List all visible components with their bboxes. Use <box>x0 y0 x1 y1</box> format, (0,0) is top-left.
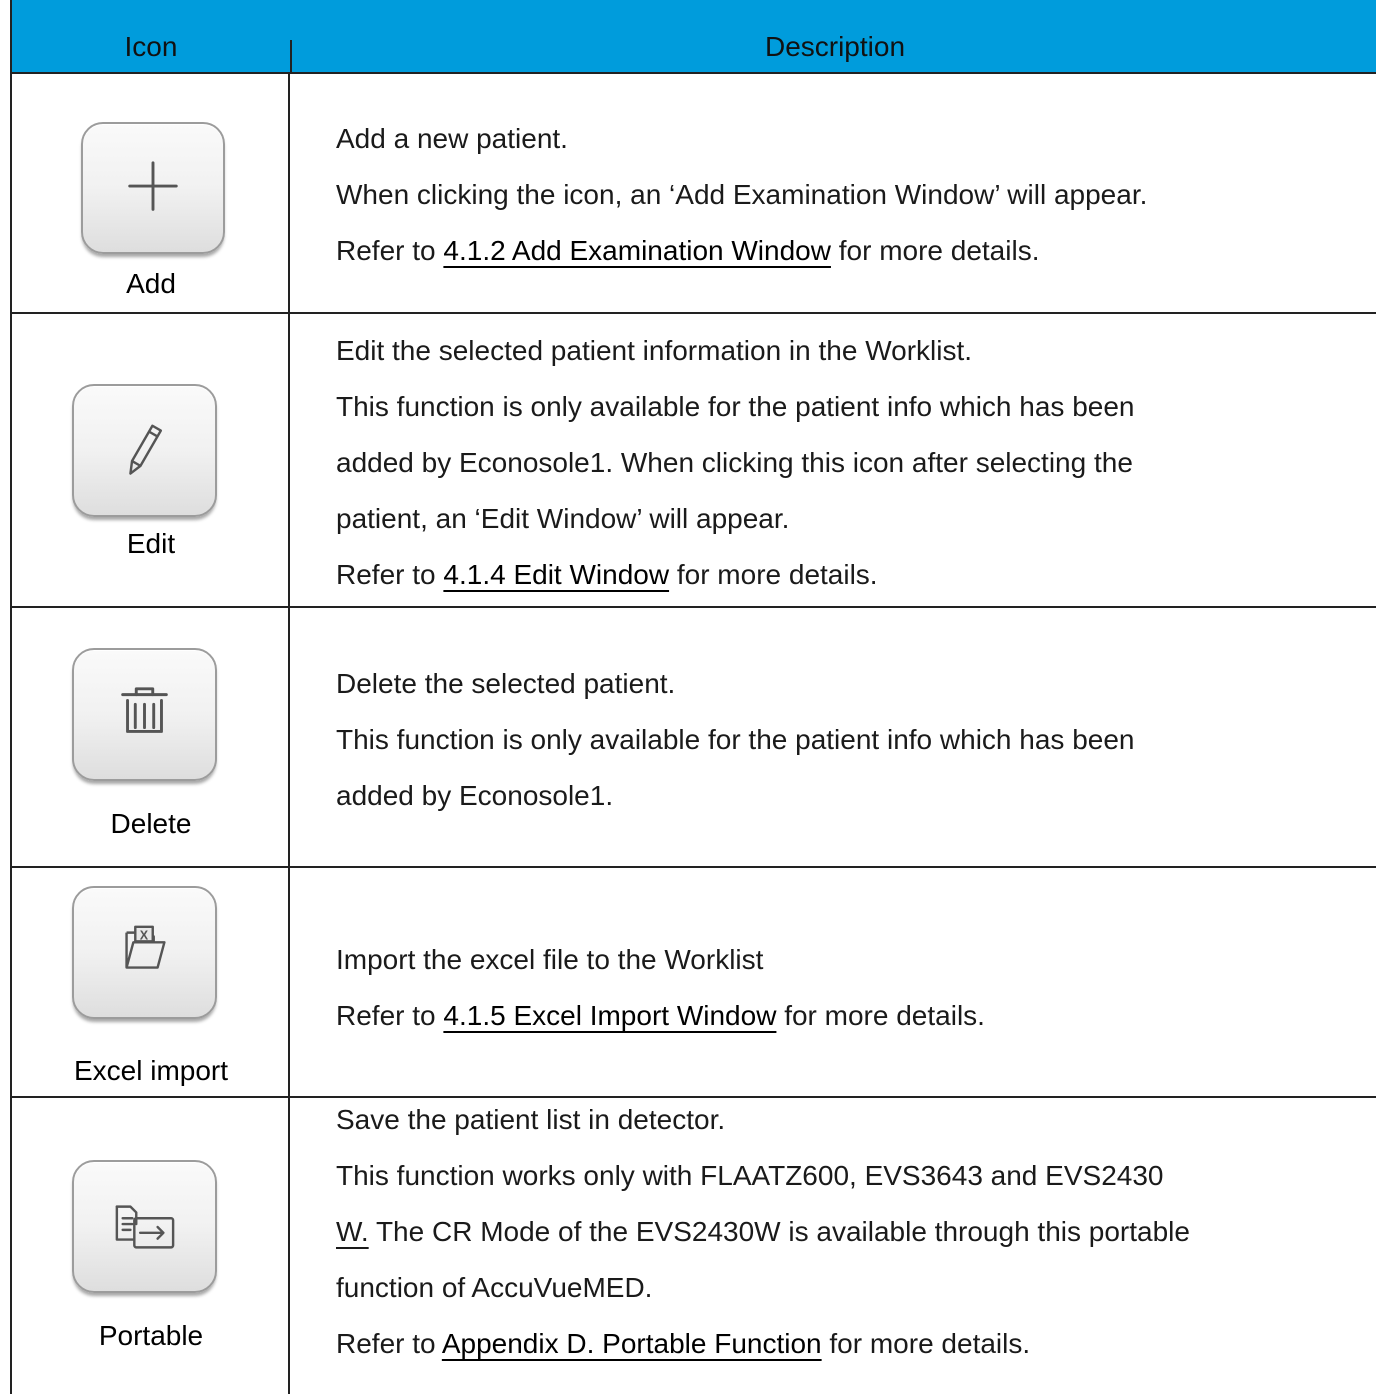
table-row-add: Add Add a new patient. When clicking the… <box>12 74 1376 314</box>
icon-cell: Delete <box>12 608 290 866</box>
description-line: This function is only available for the … <box>336 391 1135 422</box>
table-row-edit: Edit Edit the selected patient informati… <box>12 314 1376 608</box>
description-cell: Import the excel file to the Worklist Re… <box>292 868 1376 1096</box>
add-label: Add <box>126 268 176 299</box>
description-line: Refer to 4.1.2 Add Examination Window fo… <box>336 235 1039 267</box>
description-cell: Add a new patient. When clicking the ico… <box>292 74 1376 312</box>
icon-description-table: Icon Description Add Add a new patient. … <box>10 0 1376 1394</box>
description-line: This function is only available for the … <box>336 724 1135 755</box>
trash-icon <box>121 687 168 733</box>
excel-import-button[interactable]: X <box>72 886 217 1019</box>
description-line: Refer to Appendix D. Portable Function f… <box>336 1328 1030 1360</box>
link-excel-import-window[interactable]: 4.1.5 Excel Import Window <box>443 1000 776 1031</box>
table-row-excel-import: X Excel import Import the excel file to … <box>12 868 1376 1098</box>
description-line: This function works only with FLAATZ600,… <box>336 1160 1164 1191</box>
refer-prefix: Refer to <box>336 235 444 266</box>
description-line: added by Econosole1. <box>336 780 614 811</box>
icon-cell: Add <box>12 74 290 312</box>
description-cell: Delete the selected patient. This functi… <box>292 608 1376 866</box>
delete-label: Delete <box>110 808 192 839</box>
table-header: Icon Description <box>12 0 1376 74</box>
description-line: W. The CR Mode of the EVS2430W is availa… <box>336 1216 1190 1248</box>
refer-suffix: for more details. <box>821 1328 1031 1359</box>
description-text: The CR Mode of the EVS2430W is available… <box>368 1216 1190 1247</box>
pencil-icon <box>129 424 163 475</box>
excel-import-label: Excel import <box>73 1055 229 1086</box>
refer-prefix: Refer to <box>336 1000 444 1031</box>
underlined-text: W. <box>336 1216 369 1247</box>
refer-prefix: Refer to <box>336 559 444 590</box>
description-line: Delete the selected patient. <box>336 668 676 699</box>
description-column-header: Description <box>764 31 906 62</box>
link-appendix-d-portable-function[interactable]: Appendix D. Portable Function <box>442 1328 822 1359</box>
add-button[interactable] <box>81 122 225 254</box>
description-line: Refer to 4.1.5 Excel Import Window for m… <box>336 1000 985 1032</box>
refer-suffix: for more details. <box>776 1000 985 1031</box>
icon-column-header: Icon <box>124 31 178 62</box>
table-row-portable: Portable Save the patient list in detect… <box>12 1098 1376 1394</box>
description-line: Save the patient list in detector. <box>336 1104 726 1135</box>
icon-cell: Edit <box>12 314 290 606</box>
description-line: added by Econosole1. When clicking this … <box>336 447 1133 478</box>
delete-button[interactable] <box>72 648 217 781</box>
description-line: Import the excel file to the Worklist <box>336 944 764 975</box>
link-add-examination-window[interactable]: 4.1.2 Add Examination Window <box>443 235 831 266</box>
icon-cell: X Excel import <box>12 868 290 1096</box>
refer-prefix: Refer to <box>336 1328 442 1359</box>
description-line: Add a new patient. <box>336 123 568 154</box>
table-row-delete: Delete Delete the selected patient. This… <box>12 608 1376 868</box>
refer-suffix: for more details. <box>830 235 1040 266</box>
description-line: function of AccuVueMED. <box>336 1272 653 1303</box>
description-cell: Edit the selected patient information in… <box>292 314 1376 606</box>
description-line: Refer to 4.1.4 Edit Window for more deta… <box>336 559 878 591</box>
description-line: Edit the selected patient information in… <box>336 335 973 366</box>
description-cell: Save the patient list in detector. This … <box>292 1098 1376 1394</box>
icon-cell: Portable <box>12 1098 290 1394</box>
portable-button[interactable] <box>72 1160 217 1293</box>
description-line: When clicking the icon, an ‘Add Examinat… <box>336 179 1148 210</box>
svg-text:X: X <box>140 928 149 942</box>
portable-transfer-icon <box>115 1205 175 1249</box>
edit-label: Edit <box>126 528 176 559</box>
description-line: patient, an ‘Edit Window’ will appear. <box>336 503 790 534</box>
portable-label: Portable <box>98 1320 204 1351</box>
plus-icon <box>128 161 178 211</box>
refer-suffix: for more details. <box>669 559 878 590</box>
excel-folder-icon: X <box>125 925 166 969</box>
link-edit-window[interactable]: 4.1.4 Edit Window <box>443 559 669 590</box>
edit-button[interactable] <box>72 384 217 517</box>
